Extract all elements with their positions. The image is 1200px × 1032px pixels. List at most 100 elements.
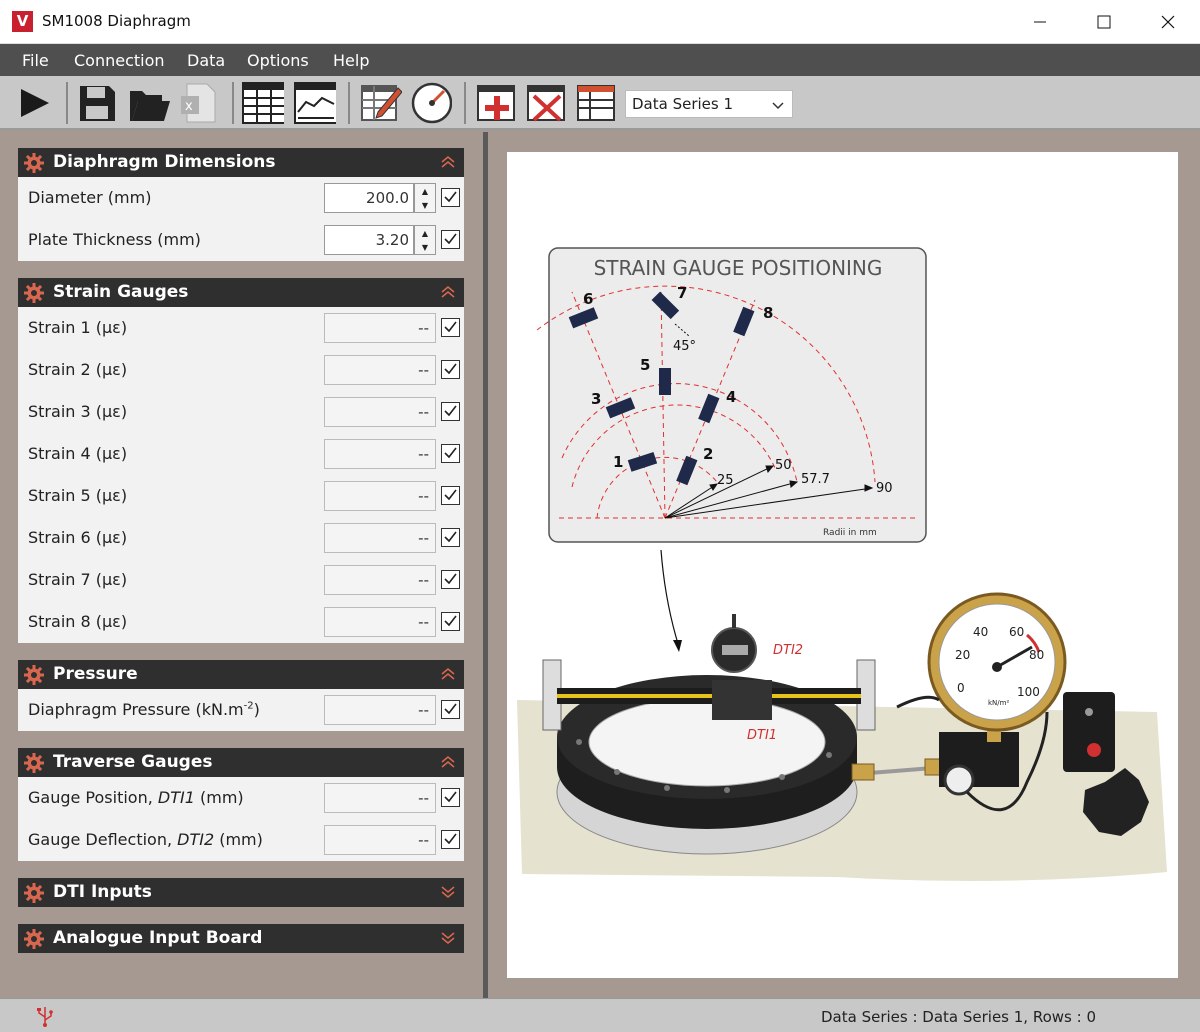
gear-icon (24, 283, 44, 307)
toolbar-separator (464, 82, 466, 124)
thickness-input[interactable]: 3.20 (324, 225, 414, 255)
title-bar: V SM1008 Diaphragm (0, 0, 1200, 44)
diameter-checkbox[interactable] (441, 188, 460, 207)
gauge-deflection-checkbox[interactable] (441, 830, 460, 849)
strain-checkbox[interactable] (441, 486, 460, 505)
series-table-icon (577, 85, 615, 121)
strain-row-8: Strain 8 (με) -- (18, 601, 464, 643)
gauge-position-checkbox[interactable] (441, 788, 460, 807)
strain-value: -- (324, 397, 436, 427)
menu-connection[interactable]: Connection (74, 51, 165, 70)
spin-up-icon[interactable]: ▲ (415, 226, 435, 240)
graph-view-button[interactable] (294, 82, 336, 124)
panel-title: Diaphragm Dimensions (53, 152, 276, 172)
minimize-button[interactable] (1008, 0, 1072, 44)
strain-value: -- (324, 313, 436, 343)
collapse-up-icon[interactable] (440, 666, 456, 686)
minimize-icon (1034, 21, 1046, 23)
pressure-gauge-pivot (992, 662, 1002, 672)
apparatus-canvas: STRAIN GAUGE POSITIONING 25 50 57.7 90 R… (507, 152, 1178, 978)
expand-down-icon[interactable] (440, 884, 456, 904)
panel-title: Pressure (53, 664, 138, 684)
strain-checkbox[interactable] (441, 528, 460, 547)
strain-value: -- (324, 481, 436, 511)
panel-header-dimensions[interactable]: Diaphragm Dimensions (18, 148, 464, 177)
series-button[interactable] (576, 82, 618, 124)
strain-checkbox[interactable] (441, 570, 460, 589)
pane-splitter[interactable] (483, 132, 488, 998)
panel-body-strain: Strain 1 (με) -- Strain 2 (με) -- Strain 3… (18, 307, 464, 643)
run-button[interactable] (12, 82, 54, 124)
apparatus-diagram: STRAIN GAUGE POSITIONING 25 50 57.7 90 R… (517, 247, 1167, 881)
dti2-display (722, 645, 748, 655)
menu-options[interactable]: Options (247, 51, 309, 70)
collapse-up-icon[interactable] (440, 154, 456, 174)
strain-checkbox[interactable] (441, 360, 460, 379)
maximize-icon (1097, 15, 1111, 29)
menu-data[interactable]: Data (187, 51, 225, 70)
pointer-arrow (660, 549, 680, 648)
valve-body (1063, 692, 1115, 772)
gauge-number: 7 (677, 284, 687, 302)
strain-checkbox[interactable] (441, 612, 460, 631)
table-icon (242, 82, 284, 124)
data-series-select[interactable]: Data Series 1 (625, 90, 793, 118)
diameter-input[interactable]: 200.0 (324, 183, 414, 213)
valve-bolt (1085, 708, 1093, 716)
save-button[interactable] (76, 82, 118, 124)
panel-header-strain[interactable]: Strain Gauges (18, 278, 464, 307)
spin-down-icon[interactable]: ▼ (415, 240, 435, 254)
strain-label: Strain 5 (με) (28, 486, 128, 505)
status-text: Data Series : Data Series 1, Rows : 0 (820, 1008, 1096, 1026)
gear-icon (24, 153, 44, 177)
traverse-beam-stripe (557, 694, 861, 698)
add-row-icon (477, 85, 515, 121)
dti-carriage (712, 680, 772, 720)
dti2-label: DTI2 (773, 643, 803, 658)
open-button[interactable] (128, 82, 170, 124)
diameter-spinner[interactable]: ▲ ▼ (414, 183, 436, 213)
radii-note: Radii in mm (823, 528, 877, 538)
radius-label: 50 (775, 458, 792, 473)
strain-checkbox[interactable] (441, 318, 460, 337)
thickness-checkbox[interactable] (441, 230, 460, 249)
spin-up-icon[interactable]: ▲ (415, 184, 435, 198)
strain-row-5: Strain 5 (με) -- (18, 475, 464, 517)
calibrate-button[interactable] (410, 82, 452, 124)
panel-title: DTI Inputs (53, 882, 152, 902)
delete-row-button[interactable] (526, 82, 568, 124)
strain-checkbox[interactable] (441, 444, 460, 463)
graph-icon (294, 82, 336, 124)
strain-checkbox[interactable] (441, 402, 460, 421)
spin-down-icon[interactable]: ▼ (415, 198, 435, 212)
close-file-icon: x (181, 83, 216, 123)
expand-down-icon[interactable] (440, 930, 456, 950)
panel-body-dimensions: Diameter (mm) 200.0 ▲ ▼ Plate Thickness (… (18, 177, 464, 261)
strain-value: -- (324, 565, 436, 595)
pressure-label: Diaphragm Pressure (kN.m-2) (28, 700, 260, 719)
menu-file[interactable]: File (22, 51, 49, 70)
thickness-spinner[interactable]: ▲ ▼ (414, 225, 436, 255)
collapse-up-icon[interactable] (440, 754, 456, 774)
strain-label: Strain 6 (με) (28, 528, 128, 547)
close-button[interactable] (1136, 0, 1200, 44)
strain-row-1: Strain 1 (με) -- (18, 307, 464, 349)
pressure-checkbox[interactable] (441, 700, 460, 719)
add-row-button[interactable] (476, 82, 518, 124)
gear-icon (24, 929, 44, 953)
maximize-button[interactable] (1072, 0, 1136, 44)
gauge-deflection-label: Gauge Deflection, DTI2 (mm) (28, 830, 263, 849)
edit-table-button[interactable] (360, 82, 402, 124)
strain-row-6: Strain 6 (με) -- (18, 517, 464, 559)
close-file-button[interactable]: x (178, 82, 220, 124)
panel-header-pressure[interactable]: Pressure (18, 660, 464, 689)
table-view-button[interactable] (242, 82, 284, 124)
dti1-label: DTI1 (747, 728, 777, 743)
panel-header-traverse[interactable]: Traverse Gauges (18, 748, 464, 777)
menu-help[interactable]: Help (333, 51, 369, 70)
panel-header-analogue[interactable]: Analogue Input Board (18, 924, 464, 953)
angle-label: 45° (673, 339, 696, 354)
panel-title: Analogue Input Board (53, 928, 263, 948)
panel-header-dti-inputs[interactable]: DTI Inputs (18, 878, 464, 907)
collapse-up-icon[interactable] (440, 284, 456, 304)
